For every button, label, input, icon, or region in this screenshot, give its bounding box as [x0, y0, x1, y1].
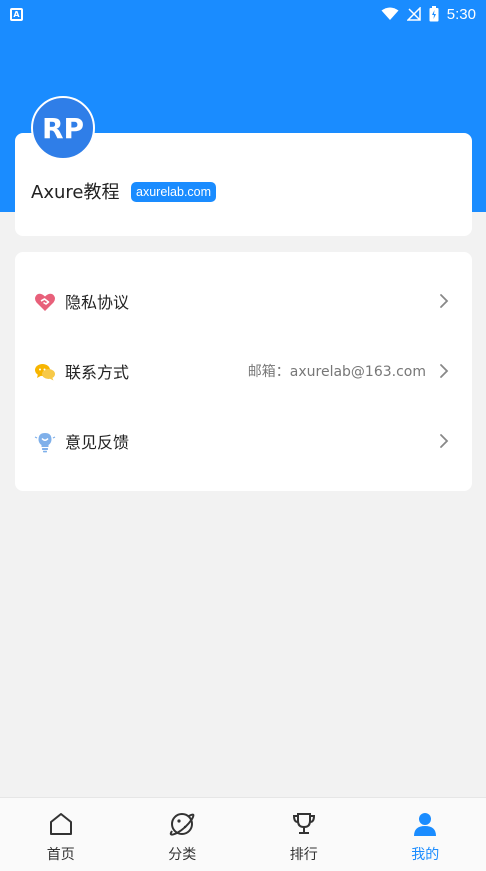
profile-badge: axurelab.com: [131, 182, 217, 202]
tab-label: 首页: [46, 847, 75, 863]
tab-home[interactable]: 首页: [0, 798, 122, 871]
wifi-icon: [381, 7, 399, 20]
tab-label: 我的: [411, 847, 440, 863]
menu-item-label: 隐私协议: [65, 293, 130, 312]
menu-card: 隐私协议 联系方式 邮箱：axurelab@163.com 意见反馈: [15, 252, 472, 491]
battery-icon: [429, 6, 439, 22]
planet-icon: [170, 813, 195, 836]
trophy-icon: [292, 813, 315, 834]
avatar-initials: RP: [41, 111, 85, 145]
chevron-right-icon: [440, 294, 449, 308]
tab-category[interactable]: 分类: [122, 798, 244, 871]
menu-item-privacy[interactable]: 隐私协议: [15, 276, 472, 326]
menu-item-contact[interactable]: 联系方式 邮箱：axurelab@163.com: [15, 346, 472, 396]
lightbulb-icon: [34, 433, 56, 453]
tab-label: 分类: [168, 847, 197, 863]
chevron-right-icon: [440, 364, 449, 378]
tab-label: 排行: [289, 847, 318, 863]
tab-ranking[interactable]: 排行: [243, 798, 365, 871]
no-signal-icon: [406, 7, 421, 21]
menu-item-feedback[interactable]: 意见反馈: [15, 416, 472, 466]
avatar[interactable]: RP: [31, 96, 95, 160]
chat-bubbles-icon: [35, 364, 55, 381]
status-time: 5:30: [446, 5, 476, 23]
home-icon: [49, 813, 72, 835]
status-bar: A 5:30: [0, 0, 486, 28]
notification-app-icon: A: [10, 7, 23, 21]
chevron-right-icon: [440, 434, 449, 448]
heart-handshake-icon: [35, 293, 55, 311]
user-icon: [414, 813, 437, 836]
profile-name: Axure教程: [31, 182, 120, 203]
contact-email-value: 邮箱：axurelab@163.com: [247, 364, 426, 380]
tab-mine[interactable]: 我的: [365, 798, 486, 871]
bottom-tab-bar: 首页 分类 排行 我的: [0, 797, 486, 871]
menu-item-label: 意见反馈: [65, 433, 130, 452]
menu-item-label: 联系方式: [65, 363, 130, 382]
